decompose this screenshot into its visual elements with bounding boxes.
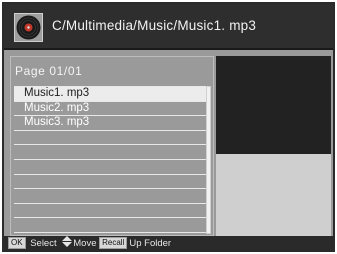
page-indicator: Page 01/01 (15, 64, 83, 78)
up-down-arrows-icon (62, 236, 73, 250)
file-row-music1[interactable]: Music1. mp3 (14, 87, 207, 102)
media-browser-screen: C/Multimedia/Music/Music1. mp3 Page 01/0… (2, 2, 335, 252)
vinyl-disc-icon (14, 13, 43, 42)
file-row-music3[interactable]: Music3. mp3 (14, 116, 207, 131)
list-scrollbar[interactable] (206, 86, 211, 234)
empty-row (14, 204, 207, 219)
footer-hint-bar: OK Select Move Recall Up Folder (4, 236, 333, 250)
empty-row (14, 189, 207, 204)
preview-window (216, 56, 331, 154)
file-list: Music1. mp3 Music2. mp3 Music3. mp3 (14, 86, 207, 234)
move-hint: Move (73, 238, 97, 249)
header-bar: C/Multimedia/Music/Music1. mp3 (4, 4, 333, 50)
ok-key-badge: OK (8, 237, 26, 249)
empty-row (14, 145, 207, 160)
up-folder-hint: Up Folder (129, 238, 172, 249)
info-panel (216, 154, 331, 236)
empty-row (14, 160, 207, 175)
current-path-title: C/Multimedia/Music/Music1. mp3 (52, 18, 257, 33)
file-list-panel: Page 01/01 Music1. mp3 Music2. mp3 Music… (10, 56, 214, 236)
file-row-music2[interactable]: Music2. mp3 (14, 102, 207, 117)
empty-row (14, 175, 207, 190)
empty-row (14, 131, 207, 146)
empty-row (14, 218, 207, 233)
select-hint: Select (30, 238, 57, 249)
recall-key-badge: Recall (99, 237, 128, 249)
